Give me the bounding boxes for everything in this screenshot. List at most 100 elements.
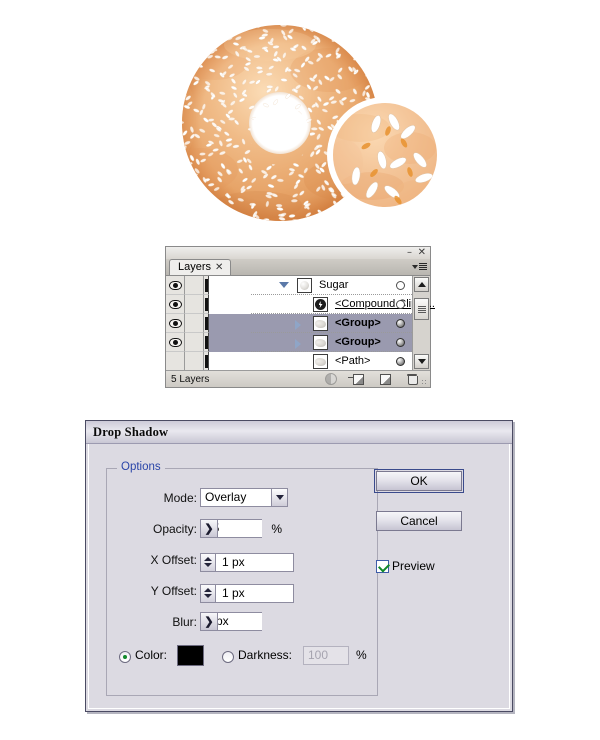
mode-field[interactable]: Overlay — [200, 488, 288, 507]
delete-selection-icon[interactable] — [406, 373, 418, 385]
mode-value: Overlay — [200, 488, 271, 507]
y-offset-value[interactable]: 1 px — [215, 583, 294, 603]
color-radio[interactable] — [119, 649, 131, 663]
eye-icon — [168, 299, 182, 309]
visibility-toggle[interactable] — [166, 352, 185, 371]
scrollbar-thumb[interactable] — [414, 298, 429, 320]
chevron-up-icon[interactable] — [414, 277, 429, 292]
lock-toggle[interactable] — [185, 333, 204, 352]
y-offset-field[interactable]: 1 px — [200, 581, 294, 603]
spinner-updown-icon[interactable] — [200, 552, 215, 572]
preview-label: Preview — [392, 559, 435, 573]
cancel-button[interactable]: Cancel — [376, 511, 462, 531]
make-clipping-mask-icon[interactable] — [325, 373, 337, 385]
layer-name: Sugar — [319, 279, 349, 291]
table-row[interactable]: <Path> — [166, 352, 412, 371]
panel-body: Sugar <Compound Clippi... <Group> <Group… — [166, 276, 435, 371]
layer-thumbnail — [313, 335, 328, 350]
x-offset-stepper[interactable]: 1 px — [200, 552, 294, 572]
opacity-field[interactable]: 75 ❯ % — [200, 519, 282, 538]
layer-thumbnail — [313, 316, 328, 331]
mode-label: Mode: — [163, 491, 197, 505]
dialog-titlebar[interactable]: Drop Shadow — [86, 421, 512, 444]
mode-combobox[interactable]: Overlay — [200, 488, 288, 507]
shadow-color-swatch[interactable] — [177, 645, 204, 666]
layer-row-main[interactable]: <Path> — [209, 352, 412, 371]
minimize-icon[interactable]: – — [407, 248, 412, 258]
disclosure-triangle-icon[interactable] — [295, 320, 301, 330]
blur-input[interactable]: 0 px ❯ — [200, 612, 262, 631]
screenshot-root: – ✕ Layers ✕ Sugar <Compound Clippi... <… — [0, 0, 600, 740]
x-offset-label: X Offset: — [150, 553, 197, 567]
footer-icon-group — [325, 373, 418, 385]
lock-toggle[interactable] — [185, 276, 204, 295]
x-offset-value[interactable]: 1 px — [215, 552, 294, 572]
dialog-content: Options Mode: Overlay Opacity: ❯ % X Off… — [86, 445, 512, 711]
create-new-sublayer-icon[interactable] — [348, 373, 364, 385]
visibility-toggle[interactable] — [166, 314, 185, 333]
vertical-scrollbar[interactable] — [412, 276, 430, 370]
field-row-color-darkness: Color: Darkness: 100 % — [107, 645, 379, 669]
field-row-y-offset: Y Offset: 1 px — [107, 581, 379, 603]
lock-toggle[interactable] — [185, 295, 204, 314]
darkness-unit: % — [356, 648, 367, 662]
options-legend: Options — [117, 461, 165, 473]
disclosure-triangle-icon[interactable] — [295, 339, 301, 349]
eye-icon — [168, 280, 182, 290]
chevron-down-icon[interactable] — [271, 488, 288, 507]
target-indicator[interactable] — [396, 300, 405, 309]
layers-panel[interactable]: – ✕ Layers ✕ Sugar <Compound Clippi... <… — [165, 246, 435, 388]
tab-close-icon[interactable]: ✕ — [215, 260, 223, 275]
close-icon[interactable]: ✕ — [418, 248, 426, 258]
layer-count-label: 5 Layers — [171, 373, 210, 385]
page-title: Drop Shadow — [93, 424, 169, 439]
chevron-right-icon[interactable]: ❯ — [200, 519, 218, 538]
opacity-unit: % — [271, 521, 283, 536]
layer-name: <Group> — [335, 317, 381, 329]
preview-checkbox-row[interactable]: Preview — [376, 559, 435, 573]
chevron-right-icon[interactable]: ❯ — [200, 612, 218, 631]
panel-menu-icon[interactable] — [412, 260, 428, 273]
opacity-label: Opacity: — [152, 522, 197, 536]
spinner-updown-icon[interactable] — [200, 583, 215, 603]
table-row[interactable]: <Compound Clippi... — [166, 295, 435, 314]
x-offset-field[interactable]: 1 px — [200, 550, 294, 572]
lock-toggle[interactable] — [185, 352, 204, 371]
visibility-toggle[interactable] — [166, 333, 185, 352]
y-offset-label: Y Offset: — [150, 584, 197, 598]
visibility-toggle[interactable] — [166, 295, 185, 314]
layer-row-main[interactable]: Sugar — [209, 276, 412, 295]
target-indicator[interactable] — [396, 338, 405, 347]
field-row-mode: Mode: Overlay — [107, 488, 379, 510]
layer-row-main[interactable]: <Group> — [209, 333, 412, 352]
layer-thumbnail — [313, 354, 328, 369]
preview-checkbox[interactable] — [376, 559, 389, 573]
opacity-input[interactable]: 75 ❯ — [200, 519, 262, 538]
ok-button[interactable]: OK — [374, 469, 464, 493]
disclosure-triangle-icon[interactable] — [279, 282, 289, 288]
visibility-toggle[interactable] — [166, 276, 185, 295]
panel-tab-row: Layers ✕ — [166, 259, 430, 276]
table-row[interactable]: <Group> — [166, 333, 412, 352]
lock-toggle[interactable] — [185, 314, 204, 333]
radio-off-icon — [222, 650, 234, 663]
table-row[interactable]: Sugar — [166, 276, 412, 295]
target-indicator[interactable] — [396, 281, 405, 290]
table-row[interactable]: <Group> — [166, 314, 412, 333]
resize-grip-icon[interactable] — [421, 379, 428, 386]
blur-field[interactable]: 0 px ❯ — [200, 612, 262, 631]
chevron-down-icon[interactable] — [414, 354, 429, 369]
layer-thumbnail — [297, 278, 312, 293]
options-groupbox: Options Mode: Overlay Opacity: ❯ % X Off… — [106, 461, 379, 696]
layer-row-main[interactable]: <Compound Clippi... — [209, 295, 435, 314]
y-offset-stepper[interactable]: 1 px — [200, 583, 294, 603]
create-new-layer-icon[interactable] — [379, 373, 391, 385]
eye-icon — [168, 337, 182, 347]
panel-titlebar[interactable]: – ✕ — [166, 247, 430, 259]
target-indicator[interactable] — [396, 319, 405, 328]
target-indicator[interactable] — [396, 357, 405, 366]
tab-layers[interactable]: Layers ✕ — [169, 259, 232, 275]
color-label: Color: — [135, 648, 168, 662]
layer-row-main[interactable]: <Group> — [209, 314, 412, 333]
darkness-radio[interactable] — [222, 649, 234, 663]
